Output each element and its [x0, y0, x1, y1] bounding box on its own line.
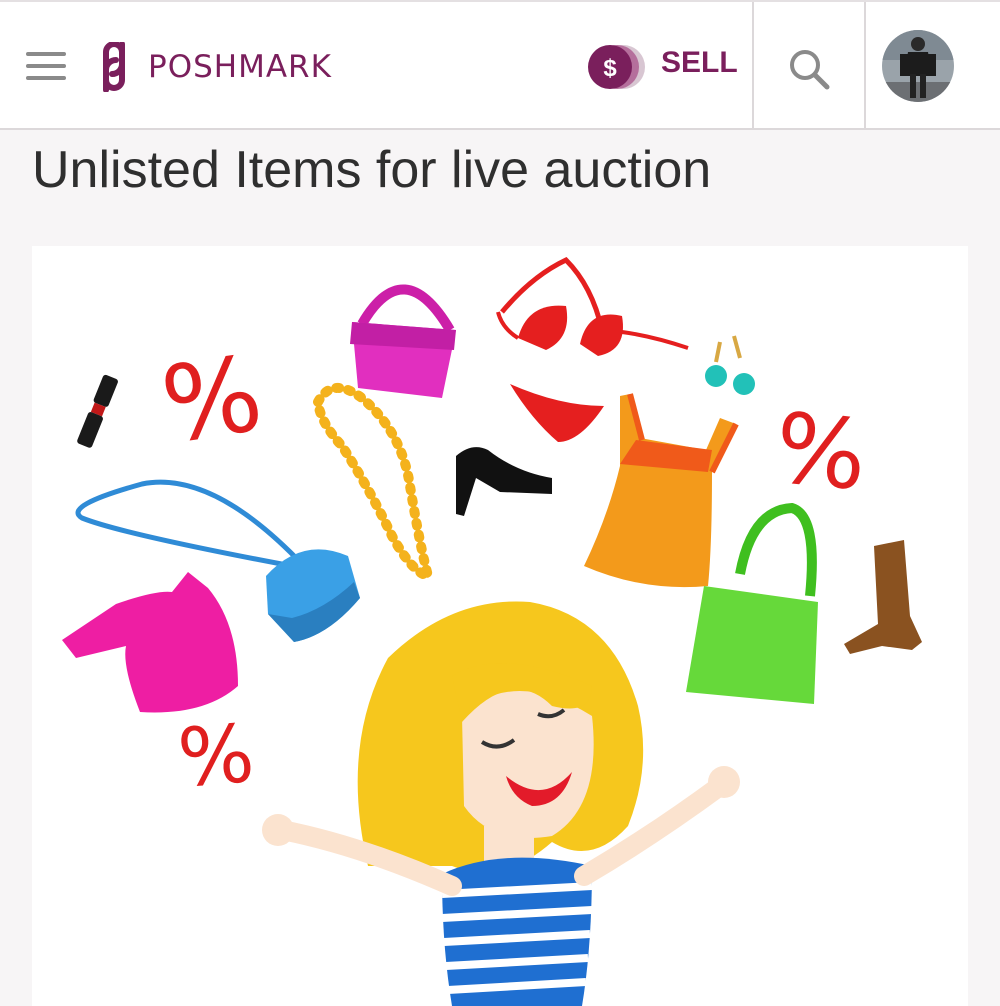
poshmark-logo[interactable]: POSHMARK — [92, 42, 332, 92]
page-title: Unlisted Items for live auction — [32, 141, 712, 199]
pink-shirt-icon — [62, 572, 238, 713]
top-nav-bar: POSHMARK $ SELL — [0, 0, 1000, 130]
earrings-icon — [705, 335, 755, 395]
percent-symbol: % — [175, 707, 257, 805]
boot-icon — [844, 540, 922, 654]
tank-top-icon — [584, 393, 739, 588]
percent-symbol: % — [155, 332, 270, 467]
sell-label: SELL — [661, 46, 738, 79]
nav-divider — [864, 2, 866, 130]
necklace-icon — [312, 383, 436, 583]
search-icon[interactable] — [786, 46, 832, 92]
hamburger-menu-icon[interactable] — [26, 52, 66, 82]
percent-symbol: % — [770, 391, 872, 512]
pink-purse-icon — [350, 284, 456, 398]
high-heel-icon — [456, 447, 552, 516]
sell-button[interactable]: $ SELL — [585, 40, 738, 94]
girl-character — [262, 601, 740, 1006]
shopping-girl-illustration: % % % — [62, 256, 922, 1006]
lipstick-icon — [77, 374, 118, 448]
listing-image[interactable]: % % % — [32, 246, 968, 1006]
poshmark-p-icon — [103, 42, 125, 92]
nav-divider — [752, 2, 754, 130]
dollar-coin-icon: $ — [588, 45, 645, 89]
bikini-top-icon — [496, 256, 689, 356]
sell-badge-symbol: $ — [603, 55, 617, 82]
brand-name: POSHMARK — [148, 49, 332, 85]
user-avatar[interactable] — [882, 30, 954, 102]
bikini-bottom-icon — [510, 384, 604, 442]
